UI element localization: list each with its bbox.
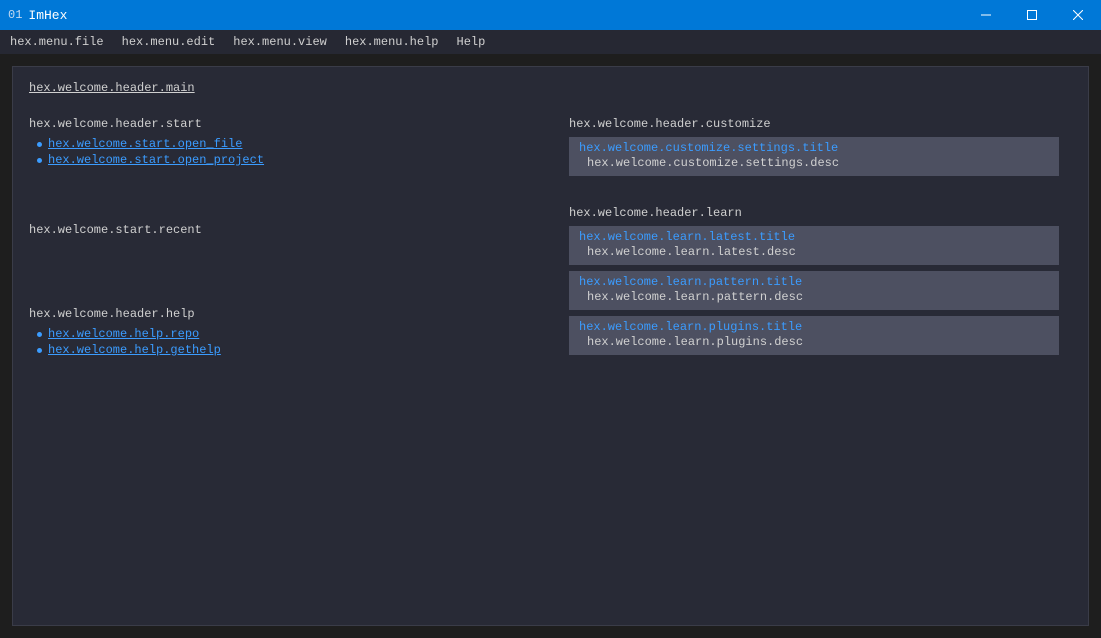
close-button[interactable] xyxy=(1055,0,1101,30)
recent-section: hex.welcome.start.recent xyxy=(29,223,539,237)
start-section: hex.welcome.header.start hex.welcome.sta… xyxy=(29,117,539,167)
learn-latest-desc: hex.welcome.learn.latest.desc xyxy=(587,245,1049,259)
window-controls xyxy=(963,0,1101,30)
minimize-icon xyxy=(981,10,991,20)
menu-file[interactable]: hex.menu.file xyxy=(10,35,104,49)
welcome-header-main: hex.welcome.header.main xyxy=(29,81,1072,95)
customize-settings-title: hex.welcome.customize.settings.title xyxy=(579,141,1049,155)
welcome-left-column: hex.welcome.header.start hex.welcome.sta… xyxy=(29,117,539,397)
close-icon xyxy=(1073,10,1083,20)
menu-help[interactable]: hex.menu.help xyxy=(345,35,439,49)
learn-plugins-card[interactable]: hex.welcome.learn.plugins.title hex.welc… xyxy=(569,316,1059,355)
learn-section: hex.welcome.header.learn hex.welcome.lea… xyxy=(569,206,1072,355)
minimize-button[interactable] xyxy=(963,0,1009,30)
start-header: hex.welcome.header.start xyxy=(29,117,539,131)
open-project-link[interactable]: hex.welcome.start.open_project xyxy=(37,153,539,167)
customize-section: hex.welcome.header.customize hex.welcome… xyxy=(569,117,1072,176)
help-repo-link[interactable]: hex.welcome.help.repo xyxy=(37,327,539,341)
titlebar-left: 01 ImHex xyxy=(0,8,67,23)
help-section: hex.welcome.header.help hex.welcome.help… xyxy=(29,307,539,357)
open-file-label: hex.welcome.start.open_file xyxy=(48,137,242,151)
bullet-icon xyxy=(37,142,42,147)
learn-pattern-desc: hex.welcome.learn.pattern.desc xyxy=(587,290,1049,304)
learn-plugins-title: hex.welcome.learn.plugins.title xyxy=(579,320,1049,334)
learn-latest-title: hex.welcome.learn.latest.title xyxy=(579,230,1049,244)
learn-latest-card[interactable]: hex.welcome.learn.latest.title hex.welco… xyxy=(569,226,1059,265)
recent-header: hex.welcome.start.recent xyxy=(29,223,539,237)
customize-settings-desc: hex.welcome.customize.settings.desc xyxy=(587,156,1049,170)
open-project-label: hex.welcome.start.open_project xyxy=(48,153,264,167)
learn-pattern-title: hex.welcome.learn.pattern.title xyxy=(579,275,1049,289)
content-area: hex.welcome.header.main hex.welcome.head… xyxy=(0,54,1101,638)
help-gethelp-link[interactable]: hex.welcome.help.gethelp xyxy=(37,343,539,357)
menu-edit[interactable]: hex.menu.edit xyxy=(122,35,216,49)
title-prefix: 01 xyxy=(8,8,22,22)
bullet-icon xyxy=(37,348,42,353)
welcome-panel: hex.welcome.header.main hex.welcome.head… xyxy=(12,66,1089,626)
help-header: hex.welcome.header.help xyxy=(29,307,539,321)
customize-header: hex.welcome.header.customize xyxy=(569,117,1072,131)
help-gethelp-label: hex.welcome.help.gethelp xyxy=(48,343,221,357)
bullet-icon xyxy=(37,158,42,163)
maximize-button[interactable] xyxy=(1009,0,1055,30)
welcome-columns: hex.welcome.header.start hex.welcome.sta… xyxy=(29,117,1072,397)
learn-plugins-desc: hex.welcome.learn.plugins.desc xyxy=(587,335,1049,349)
menu-view[interactable]: hex.menu.view xyxy=(233,35,327,49)
window-titlebar: 01 ImHex xyxy=(0,0,1101,30)
help-repo-label: hex.welcome.help.repo xyxy=(48,327,199,341)
window-title: ImHex xyxy=(28,8,67,23)
welcome-right-column: hex.welcome.header.customize hex.welcome… xyxy=(569,117,1072,397)
open-file-link[interactable]: hex.welcome.start.open_file xyxy=(37,137,539,151)
bullet-icon xyxy=(37,332,42,337)
learn-header: hex.welcome.header.learn xyxy=(569,206,1072,220)
customize-settings-card[interactable]: hex.welcome.customize.settings.title hex… xyxy=(569,137,1059,176)
menubar: hex.menu.file hex.menu.edit hex.menu.vie… xyxy=(0,30,1101,54)
learn-pattern-card[interactable]: hex.welcome.learn.pattern.title hex.welc… xyxy=(569,271,1059,310)
maximize-icon xyxy=(1027,10,1037,20)
menu-help-2[interactable]: Help xyxy=(457,35,486,49)
